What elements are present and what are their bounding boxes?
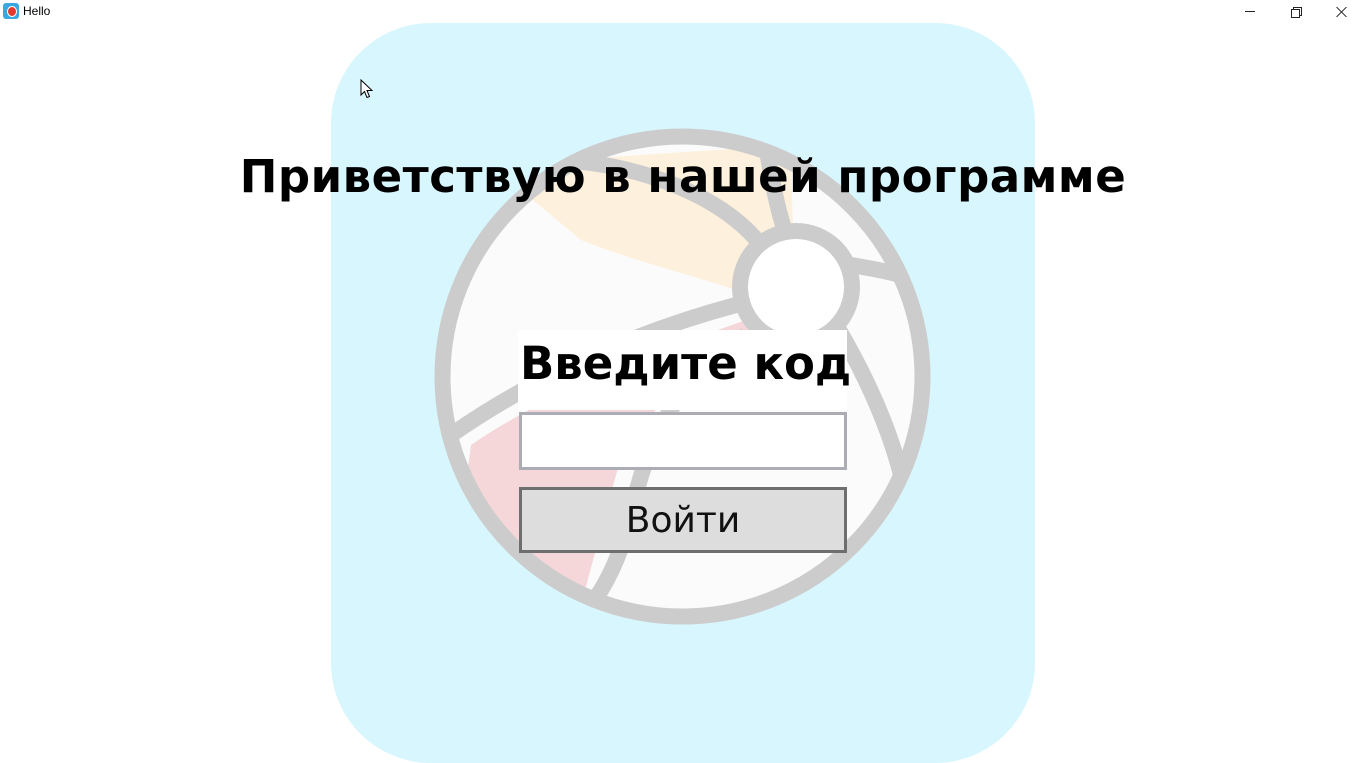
- code-input[interactable]: [519, 412, 847, 470]
- minimize-icon: [1245, 11, 1255, 12]
- code-prompt-label: Введите код: [520, 337, 852, 390]
- mouse-cursor-icon: [360, 79, 373, 99]
- login-button[interactable]: Войти: [519, 487, 847, 553]
- minimize-button[interactable]: [1227, 0, 1273, 23]
- restore-button[interactable]: [1273, 0, 1319, 23]
- app-ball-icon: [3, 3, 19, 19]
- title-bar: Hello: [0, 0, 1366, 23]
- window-title: Hello: [23, 4, 51, 18]
- welcome-heading: Приветствую в нашей программе: [239, 150, 1127, 203]
- restore-icon: [1291, 6, 1302, 18]
- close-button[interactable]: [1319, 0, 1365, 23]
- close-icon: [1336, 6, 1348, 18]
